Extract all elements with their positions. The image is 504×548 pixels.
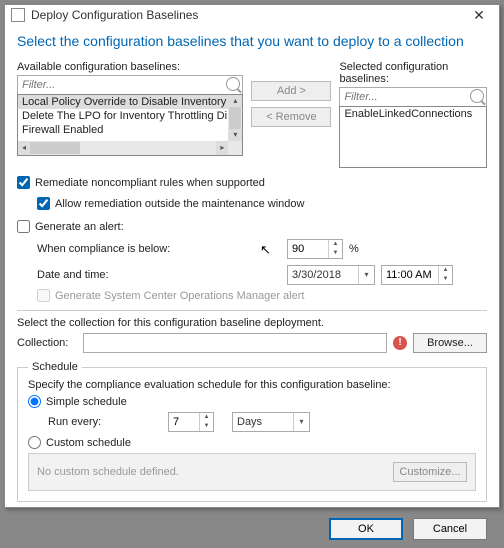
chevron-down-icon[interactable]: ▾	[293, 413, 309, 431]
scroll-thumb[interactable]	[30, 142, 80, 154]
generate-alert-checkbox[interactable]	[17, 220, 30, 233]
available-listbox[interactable]: Local Policy Override to Disable Invento…	[17, 94, 243, 156]
dialog-footer: OK Cancel	[5, 510, 499, 548]
error-icon: !	[393, 336, 407, 350]
titlebar: Deploy Configuration Baselines ✕	[5, 5, 499, 25]
selected-label: Selected configuration baselines:	[339, 61, 487, 85]
custom-schedule-label: Custom schedule	[46, 437, 131, 449]
schedule-prompt: Specify the compliance evaluation schedu…	[28, 379, 476, 391]
date-input[interactable]	[288, 266, 358, 284]
time-input[interactable]	[382, 266, 438, 284]
scroll-right-icon[interactable]: ▸	[216, 141, 228, 155]
close-button[interactable]: ✕	[463, 5, 495, 25]
schedule-legend: Schedule	[28, 361, 82, 373]
run-every-unit-combo[interactable]: ▾	[232, 412, 310, 432]
compliance-threshold-input[interactable]	[288, 240, 328, 258]
browse-button[interactable]: Browse...	[413, 333, 487, 353]
compliance-below-label: When compliance is below:	[37, 243, 197, 255]
ok-button[interactable]: OK	[329, 518, 403, 540]
search-icon	[470, 89, 484, 103]
run-every-label: Run every:	[48, 416, 168, 428]
run-every-input[interactable]	[169, 413, 199, 431]
run-every-unit-input[interactable]	[233, 413, 293, 431]
simple-schedule-radio[interactable]	[28, 395, 41, 408]
no-custom-text: No custom schedule defined.	[37, 466, 179, 478]
scroll-left-icon[interactable]: ◂	[18, 141, 30, 155]
list-item[interactable]: Firewall Enabled	[18, 123, 242, 137]
list-item[interactable]: Delete The LPO for Inventory Throttling …	[18, 109, 242, 123]
scroll-thumb[interactable]	[229, 107, 241, 129]
remediate-outside-label: Allow remediation outside the maintenanc…	[55, 198, 304, 210]
spin-down-icon[interactable]: ▼	[329, 249, 342, 258]
spin-up-icon[interactable]: ▲	[439, 266, 452, 275]
page-headline: Select the configuration baselines that …	[17, 33, 487, 49]
window-title: Deploy Configuration Baselines	[31, 8, 198, 22]
spin-down-icon[interactable]: ▼	[200, 422, 213, 431]
list-item[interactable]: Local Policy Override to Disable Invento…	[18, 95, 242, 109]
scroll-down-icon[interactable]: ▾	[228, 129, 242, 141]
vertical-scrollbar[interactable]: ▴ ▾	[228, 95, 242, 141]
cancel-button[interactable]: Cancel	[413, 518, 487, 540]
customize-button: Customize...	[393, 462, 467, 482]
search-icon	[226, 77, 240, 91]
custom-schedule-radio[interactable]	[28, 436, 41, 449]
add-button: Add >	[251, 81, 331, 101]
remediate-checkbox[interactable]	[17, 176, 30, 189]
chevron-down-icon[interactable]: ▾	[358, 266, 374, 284]
date-time-label: Date and time:	[37, 269, 197, 281]
horizontal-scrollbar[interactable]: ◂ ▸	[18, 141, 228, 155]
collection-label: Collection:	[17, 337, 77, 349]
spin-up-icon[interactable]: ▲	[329, 240, 342, 249]
remediate-label: Remediate noncompliant rules when suppor…	[35, 177, 265, 189]
available-filter-input[interactable]	[17, 75, 243, 95]
scom-alert-label: Generate System Center Operations Manage…	[55, 290, 304, 302]
run-every-spinner[interactable]: ▲▼	[168, 412, 214, 432]
custom-schedule-box: No custom schedule defined. Customize...	[28, 453, 476, 491]
divider	[17, 310, 487, 311]
dialog-window: Deploy Configuration Baselines ✕ Select …	[4, 4, 500, 508]
generate-alert-label: Generate an alert:	[35, 221, 124, 233]
time-spinner[interactable]: ▲▼	[381, 265, 453, 285]
remove-button: < Remove	[251, 107, 331, 127]
scroll-up-icon[interactable]: ▴	[228, 95, 242, 107]
compliance-threshold-spinner[interactable]: ▲▼	[287, 239, 343, 259]
list-item[interactable]: EnableLinkedConnections	[340, 107, 486, 121]
collection-input[interactable]	[83, 333, 387, 353]
remediate-outside-checkbox[interactable]	[37, 197, 50, 210]
scom-alert-checkbox	[37, 289, 50, 302]
percent-label: %	[349, 243, 359, 255]
scroll-corner	[228, 141, 242, 155]
collection-prompt: Select the collection for this configura…	[17, 317, 487, 329]
simple-schedule-label: Simple schedule	[46, 396, 127, 408]
app-icon	[11, 8, 25, 22]
selected-listbox[interactable]: EnableLinkedConnections	[339, 106, 487, 168]
selected-filter-input[interactable]	[339, 87, 487, 107]
spin-down-icon[interactable]: ▼	[439, 275, 452, 284]
date-picker[interactable]: ▾	[287, 265, 375, 285]
spin-up-icon[interactable]: ▲	[200, 413, 213, 422]
schedule-group: Schedule Specify the compliance evaluati…	[17, 361, 487, 502]
available-label: Available configuration baselines:	[17, 61, 243, 73]
